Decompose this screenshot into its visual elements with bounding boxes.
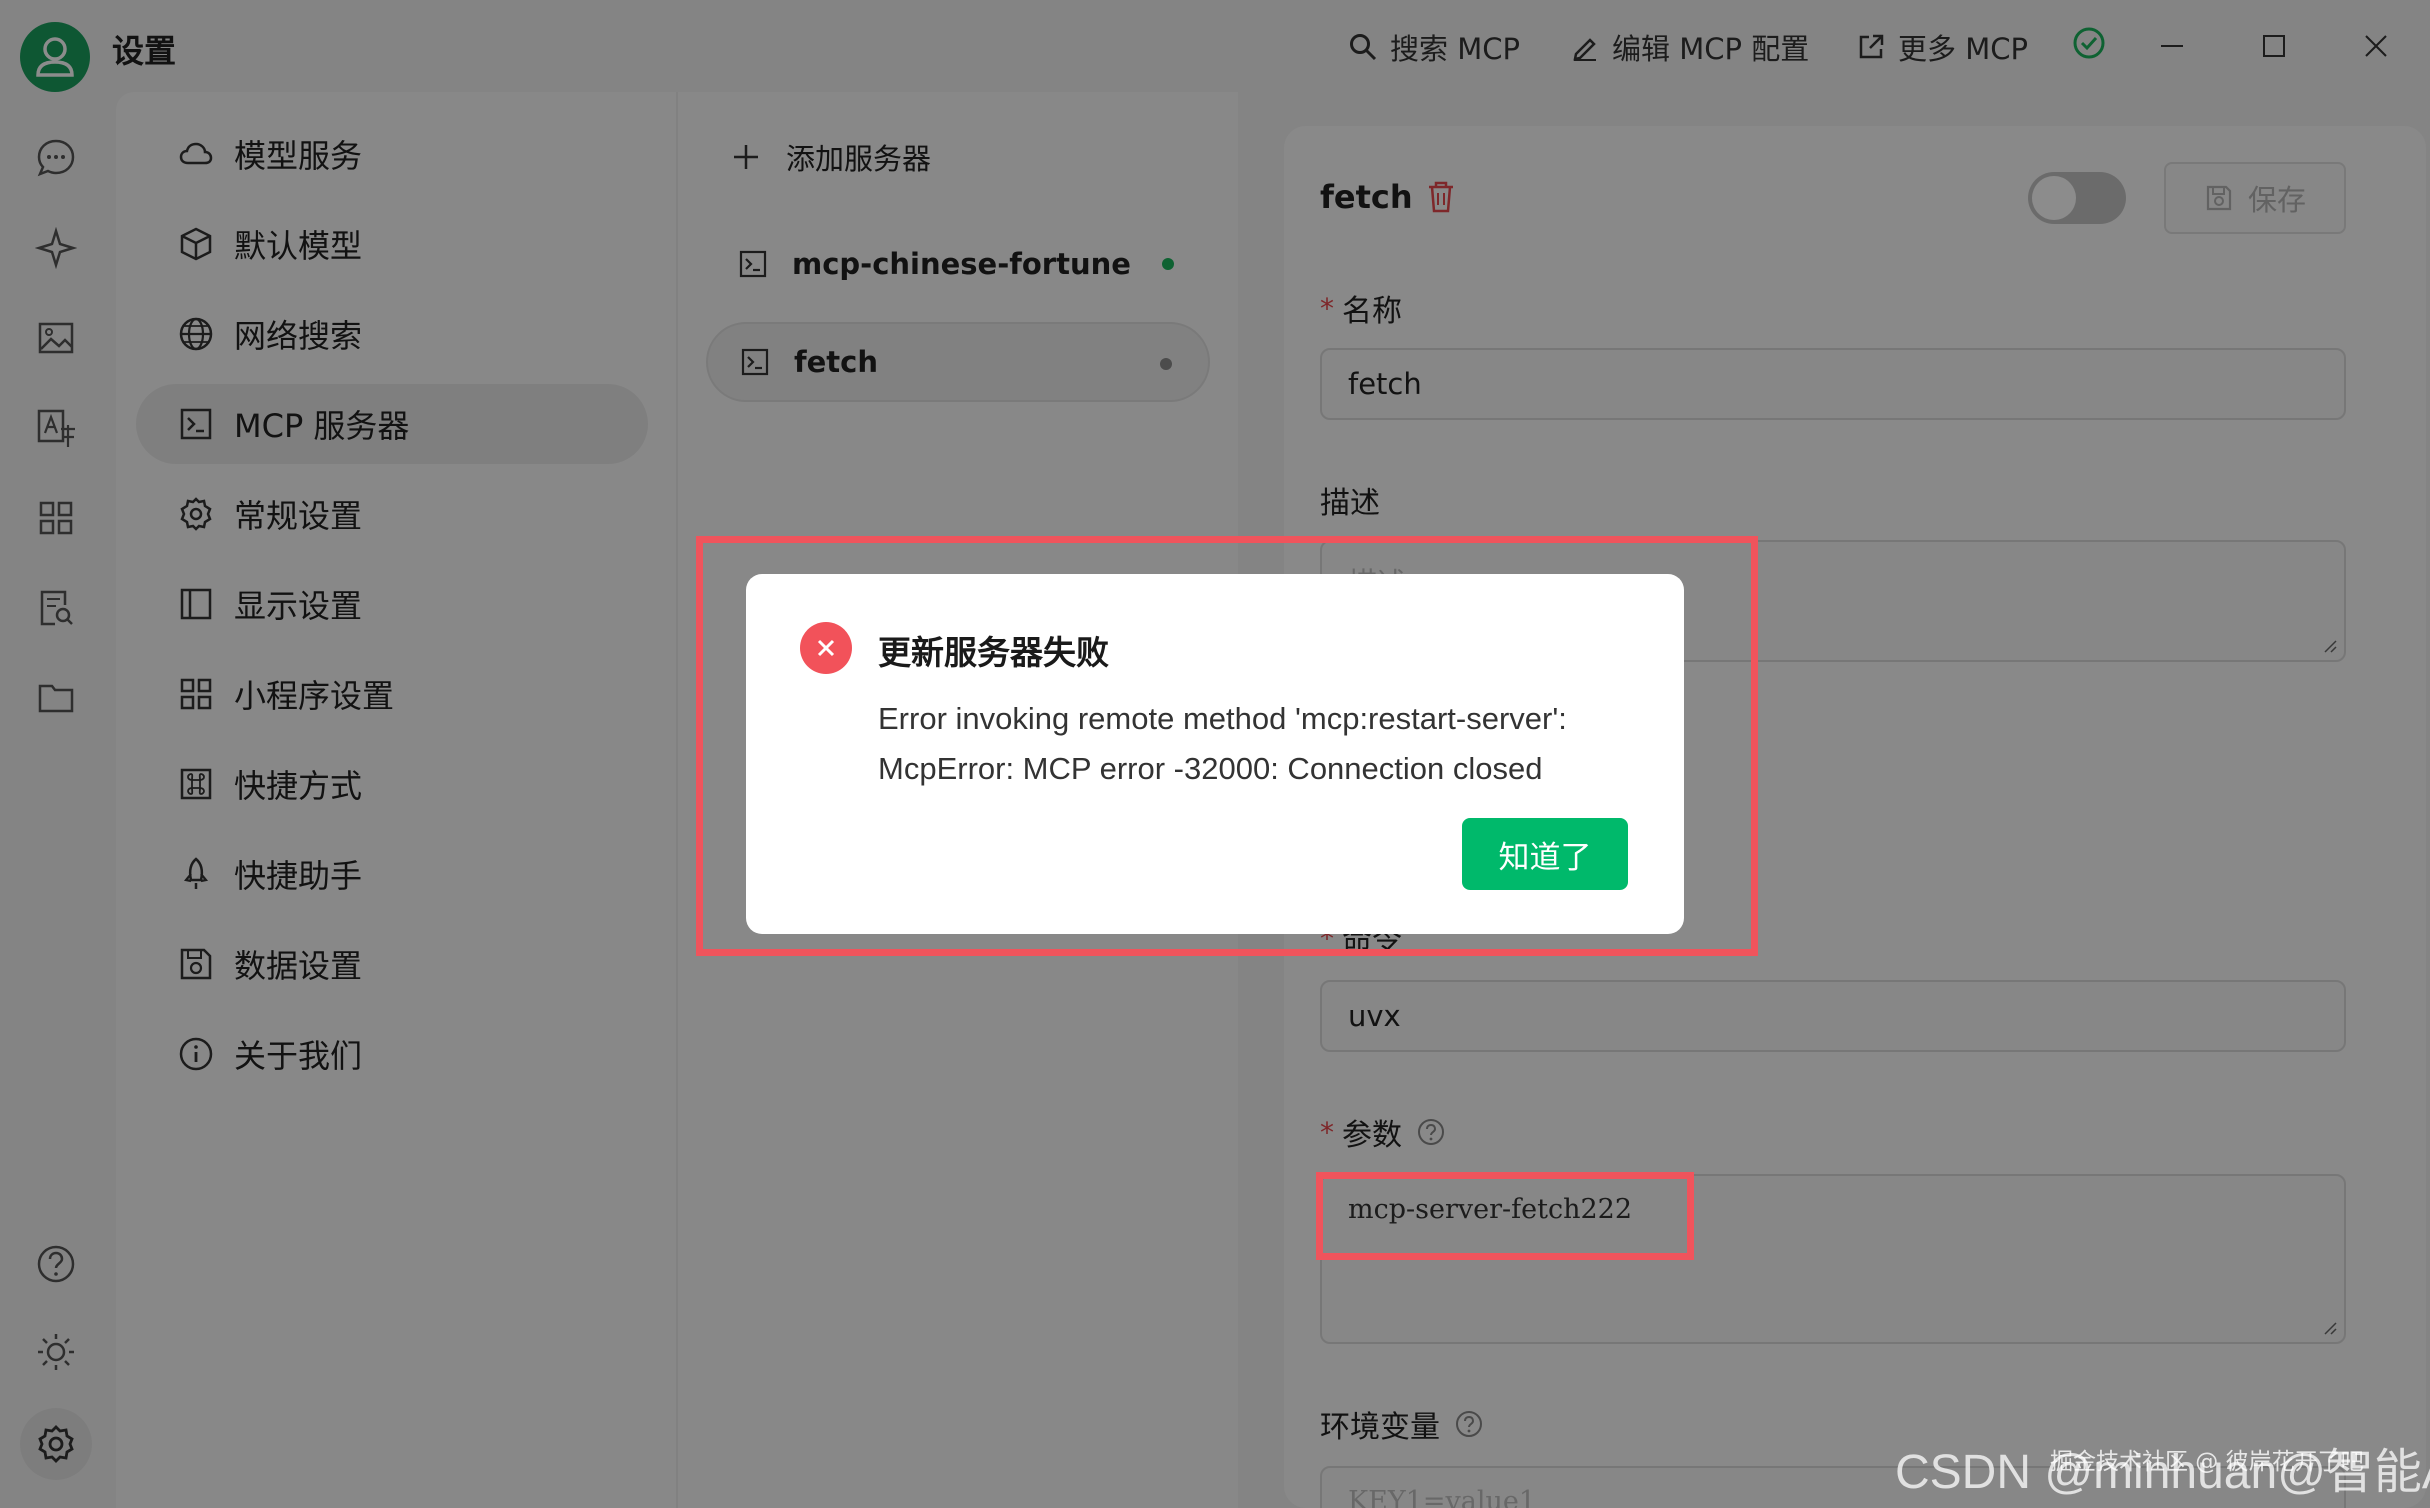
error-dialog-message: Error invoking remote method 'mcp:restar…	[878, 694, 1658, 794]
error-dialog: 更新服务器失败 Error invoking remote method 'mc…	[746, 574, 1684, 934]
highlight-box-args	[1316, 1172, 1694, 1260]
error-message-line: McpError: MCP error -32000: Connection c…	[878, 751, 1543, 786]
watermark-sub: 掘金技术社区 @ 彼岸花开了吧	[2050, 1449, 2364, 1475]
error-message-line: Error invoking remote method 'mcp:restar…	[878, 701, 1567, 736]
dialog-ok-button[interactable]: 知道了	[1462, 818, 1628, 890]
error-icon	[800, 622, 852, 674]
error-dialog-title: 更新服务器失败	[878, 633, 1109, 672]
